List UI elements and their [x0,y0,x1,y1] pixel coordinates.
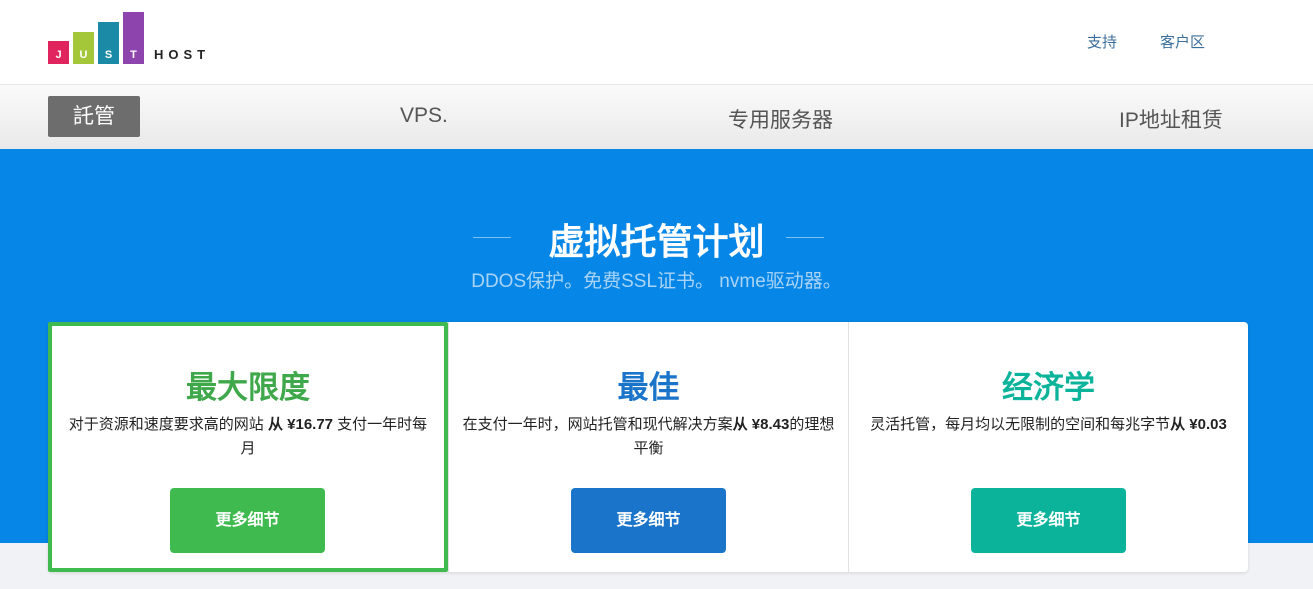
hero-subtitle: DDOS保护。免费SSL证书。 nvme驱动器。 [471,271,842,292]
logo-letter: J [55,49,62,61]
plan-description: 在支付一年时，网站托管和现代解决方案从 ¥8.43的理想平衡 [459,413,838,461]
title-divider-right [786,237,824,238]
justhost-logo[interactable]: J U S T HOST [48,8,223,64]
plan-desc-text: 灵活托管，每月均以无限制的空间和每兆字节 [870,416,1171,433]
logo-letter: T [130,49,137,61]
plan-cards: 最大限度 对于资源和速度要求高的网站 从 ¥16.77 支付一年时每月 更多细节… [48,322,1248,572]
logo-letter: S [104,49,113,61]
plan-card-optimal[interactable]: 最佳 在支付一年时，网站托管和现代解决方案从 ¥8.43的理想平衡 更多细节 [448,322,848,572]
support-link[interactable]: 支持 [1087,31,1117,52]
plan-title: 经济学 [1002,370,1095,405]
more-details-button[interactable]: 更多细节 [170,488,325,553]
plan-card-maximum[interactable]: 最大限度 对于资源和速度要求高的网站 从 ¥16.77 支付一年时每月 更多细节 [48,322,448,572]
plan-price: 从 ¥0.03 [1170,416,1227,433]
plan-desc-text: 对于资源和速度要求高的网站 [68,416,268,433]
logo-letter: U [79,49,88,61]
site-header: J U S T HOST 支持 客户区 [0,0,1313,85]
plan-description: 对于资源和速度要求高的网站 从 ¥16.77 支付一年时每月 [62,413,434,461]
main-nav: 託管 VPS. 专用服务器 IP地址租赁 [0,85,1313,149]
client-area-link[interactable]: 客户区 [1160,31,1205,52]
plan-price: 从 ¥16.77 [267,416,334,433]
nav-item-dedicated-servers[interactable]: 专用服务器 [728,104,833,134]
nav-item-hosting[interactable]: 託管 [48,96,140,137]
hero-title: 虚拟托管计划 [548,221,765,262]
nav-item-vps[interactable]: VPS. [400,104,448,128]
plan-description: 灵活托管，每月均以无限制的空间和每兆字节从 ¥0.03 [859,413,1238,437]
more-details-button[interactable]: 更多细节 [971,488,1126,553]
plan-title: 最佳 [617,370,680,405]
more-details-button[interactable]: 更多细节 [571,488,726,553]
plan-card-economy[interactable]: 经济学 灵活托管，每月均以无限制的空间和每兆字节从 ¥0.03 更多细节 [848,322,1248,572]
plan-title: 最大限度 [186,370,310,405]
logo-word: HOST [154,47,211,62]
nav-item-ip-rental[interactable]: IP地址租赁 [1119,104,1223,134]
plan-price: 从 ¥8.43 [732,416,790,433]
plan-desc-text: 在支付一年时，网站托管和现代解决方案 [462,416,733,433]
